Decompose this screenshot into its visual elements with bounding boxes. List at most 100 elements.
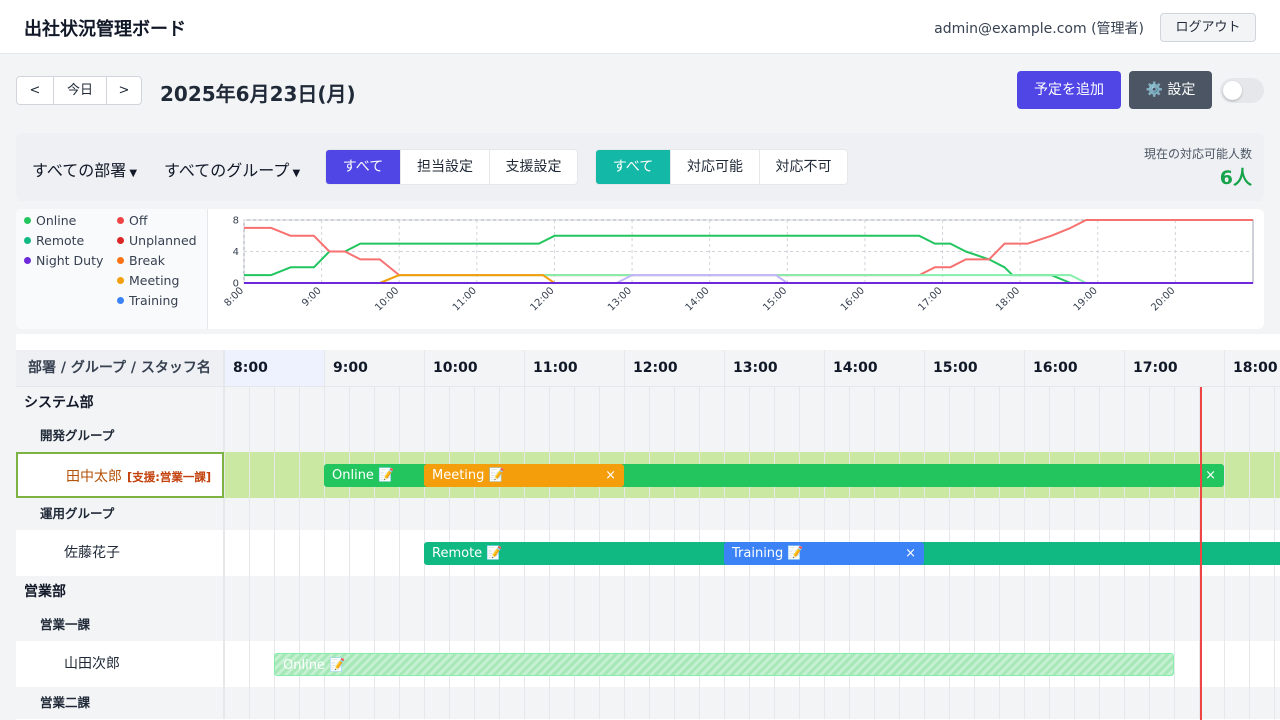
assignment-filter: すべて 担当設定 支援設定: [325, 149, 578, 185]
user-email: admin@example.com (管理者): [934, 21, 1144, 37]
legend-item-training: Training: [117, 293, 178, 308]
legend-item-break: Break: [117, 253, 165, 268]
settings-button[interactable]: ⚙️ 設定: [1129, 71, 1212, 109]
status-chart-panel: Online Off Remote Unplanned Night Duty B…: [16, 209, 1264, 329]
timeline-hour-header: 13:00: [724, 350, 824, 387]
department-select-value: すべての部署: [32, 161, 127, 180]
date-navigation: < 今日 >: [16, 76, 142, 105]
assignment-tab-support[interactable]: 支援設定: [489, 150, 577, 184]
current-time-line: [1200, 387, 1202, 720]
chart-x-tick-label: 10:00: [373, 285, 401, 313]
legend-item-unplanned: Unplanned: [117, 233, 197, 248]
timeline-hour-header: 15:00: [924, 350, 1024, 387]
chevron-down-icon: ▼: [126, 168, 138, 179]
group-select[interactable]: すべてのグループ ▼: [164, 157, 300, 181]
row-label-text: 開発グループ: [40, 428, 115, 443]
close-icon[interactable]: ×: [1205, 464, 1216, 487]
display-toggle[interactable]: [1220, 78, 1264, 103]
app-title: 出社状況管理ボード: [24, 19, 186, 40]
chart-x-tick-label: 15:00: [761, 285, 789, 313]
chart-x-tick-label: 14:00: [684, 285, 712, 313]
row-label-text: 運用グループ: [40, 506, 115, 521]
timeline-header-label: 部署 / グループ / スタッフ名: [16, 350, 224, 387]
timeline-hour-header: 12:00: [624, 350, 724, 387]
status-line-chart: 8:00 9:00 10:00 11:00 12:00 13:00 14:00 15:00 16…: [222, 216, 1254, 314]
prev-day-button[interactable]: <: [17, 77, 53, 104]
timeline-grid: [224, 687, 1280, 719]
legend-item-remote: Remote: [24, 233, 84, 248]
chart-x-tick-label: 11:00: [451, 285, 479, 313]
staff-name: 山田次郎: [16, 641, 224, 687]
available-count: 6人: [1219, 167, 1252, 189]
staff-name: 田中太郎 [支援:営業一課]: [16, 452, 224, 498]
group-row: 営業一課: [16, 609, 1280, 641]
department-name: 営業部: [16, 576, 224, 609]
chart-y-tick-label: 0: [233, 279, 239, 290]
availability-filter: すべて 対応可能 対応不可: [595, 149, 848, 185]
add-schedule-button[interactable]: 予定を追加: [1017, 71, 1121, 109]
row-label-text: 山田次郎: [64, 656, 120, 672]
timeline-grid: [224, 498, 1280, 530]
schedule-bar-label: Training 📝: [732, 545, 804, 561]
group-row: 運用グループ: [16, 498, 1280, 530]
group-name: 営業一課: [16, 609, 224, 641]
row-label-text: システム部: [24, 395, 94, 411]
availability-tab-available[interactable]: 対応可能: [670, 150, 759, 184]
schedule-bar-online[interactable]: Online 📝: [274, 652, 1174, 676]
availability-tab-all[interactable]: すべて: [596, 150, 670, 184]
timeline-hour-header: 8:00: [224, 350, 324, 387]
schedule-bar-meeting[interactable]: Meeting 📝 ×: [424, 463, 624, 487]
legend-item-online: Online: [24, 213, 76, 228]
timeline-hour-header: 18:00: [1224, 350, 1280, 387]
timeline-hour-header: 17:00: [1124, 350, 1224, 387]
chart-series-off: [244, 219, 1253, 277]
availability-tab-unavailable[interactable]: 対応不可: [759, 150, 847, 184]
legend-item-off: Off: [117, 213, 147, 228]
timeline-hour-header: 9:00: [324, 350, 424, 387]
logout-button[interactable]: ログアウト: [1160, 13, 1256, 42]
available-count-label: 現在の対応可能人数: [1143, 147, 1252, 161]
chart-x-tick-label: 9:00: [300, 285, 324, 309]
filter-panel: すべての部署 ▼ すべてのグループ ▼ すべて 担当設定 支援設定 すべて 対応…: [16, 133, 1264, 201]
row-label-text: 営業部: [24, 584, 66, 600]
schedule-bar-training[interactable]: Training 📝 ×: [724, 541, 924, 565]
next-day-button[interactable]: >: [106, 77, 141, 104]
group-row: 開発グループ: [16, 420, 1280, 452]
timeline-hour-header: 11:00: [524, 350, 624, 387]
top-bar: 出社状況管理ボード admin@example.com (管理者) ログアウト: [0, 0, 1280, 54]
timeline-hour-header: 16:00: [1024, 350, 1124, 387]
timeline-grid: [224, 387, 1280, 420]
chart-x-tick-label: 12:00: [528, 285, 556, 313]
row-label-text: 営業一課: [40, 617, 91, 632]
schedule-bar-label: Meeting 📝: [432, 467, 505, 483]
department-name: システム部: [16, 387, 224, 420]
department-select[interactable]: すべての部署 ▼: [32, 157, 137, 181]
support-tag: [支援:営業一課]: [127, 470, 212, 484]
department-row: 営業部: [16, 576, 1280, 609]
schedule-bar-label: Online 📝: [332, 467, 395, 483]
row-label-text: 営業二課: [40, 695, 91, 710]
assignment-tab-duty[interactable]: 担当設定: [400, 150, 489, 184]
assignment-tab-all[interactable]: すべて: [326, 150, 400, 184]
close-icon[interactable]: ×: [905, 542, 916, 565]
toggle-knob: [1223, 81, 1242, 100]
schedule-bar-label: Online 📝: [283, 657, 346, 673]
close-icon[interactable]: ×: [605, 464, 616, 487]
group-name: 開発グループ: [16, 420, 224, 452]
current-date: 2025年6月23日(月): [160, 82, 356, 106]
chart-x-tick-label: 13:00: [606, 285, 634, 313]
group-name: 運用グループ: [16, 498, 224, 530]
timeline-hour-header: 14:00: [824, 350, 924, 387]
chart-x-tick-label: 20:00: [1149, 285, 1177, 313]
today-button[interactable]: 今日: [53, 77, 106, 104]
row-label-text: 佐藤花子: [64, 545, 120, 561]
chart-y-tick-label: 4: [233, 247, 239, 258]
chevron-down-icon: ▼: [289, 168, 301, 179]
timeline-hour-header: 10:00: [424, 350, 524, 387]
chart-x-tick-label: 16:00: [839, 285, 867, 313]
timeline-grid: [224, 420, 1280, 452]
chart-series-meeting: [244, 274, 1253, 284]
group-select-value: すべてのグループ: [164, 161, 290, 180]
department-row: システム部: [16, 387, 1280, 420]
schedule-bar-label: Remote 📝: [432, 545, 503, 561]
